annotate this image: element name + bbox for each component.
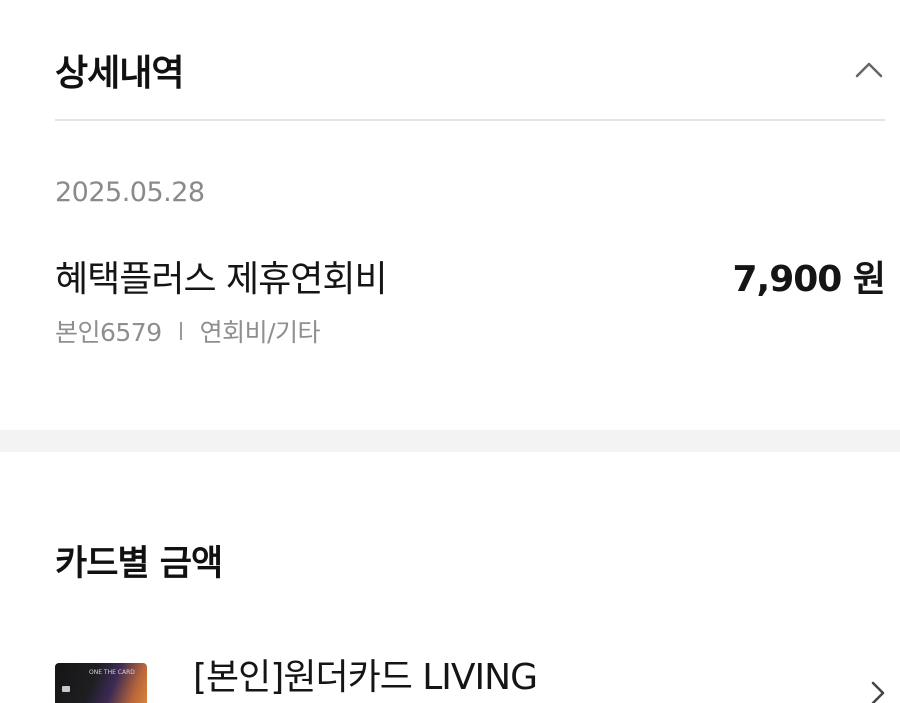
collapse-button[interactable] [853,54,885,86]
card-thumbnail-text: ONE THE CARD [89,669,135,676]
transaction-date: 2025.05.28 [55,177,205,208]
card-chip-icon [62,686,70,692]
chevron-right-icon [871,681,885,703]
section-separator-band [0,430,900,452]
transaction-amount: 7,900 원 [732,259,886,300]
card-chevron-button[interactable] [868,680,888,703]
card-amounts-title: 카드별 금액 [55,544,223,584]
header-divider [55,119,885,121]
meta-separator [179,322,182,340]
detail-section-title: 상세내역 [55,53,184,94]
card-name: [본인]원더카드 LIVING [193,657,538,698]
card-thumbnail: ONE THE CARD [55,663,147,703]
transaction-owner: 본인6579 [55,318,162,347]
transaction-meta: 본인6579 연회비/기타 [55,313,321,349]
chevron-up-icon [855,62,883,78]
transaction-category: 연회비/기타 [199,318,321,347]
card-row[interactable]: ONE THE CARD [본인]원더카드 LIVING [0,640,900,703]
transaction-name: 혜택플러스 제휴연회비 [55,259,388,300]
detail-header: 상세내역 [55,40,885,100]
transaction-detail-screen: 상세내역 2025.05.28 혜택플러스 제휴연회비 7,900 원 본인65… [0,0,900,703]
